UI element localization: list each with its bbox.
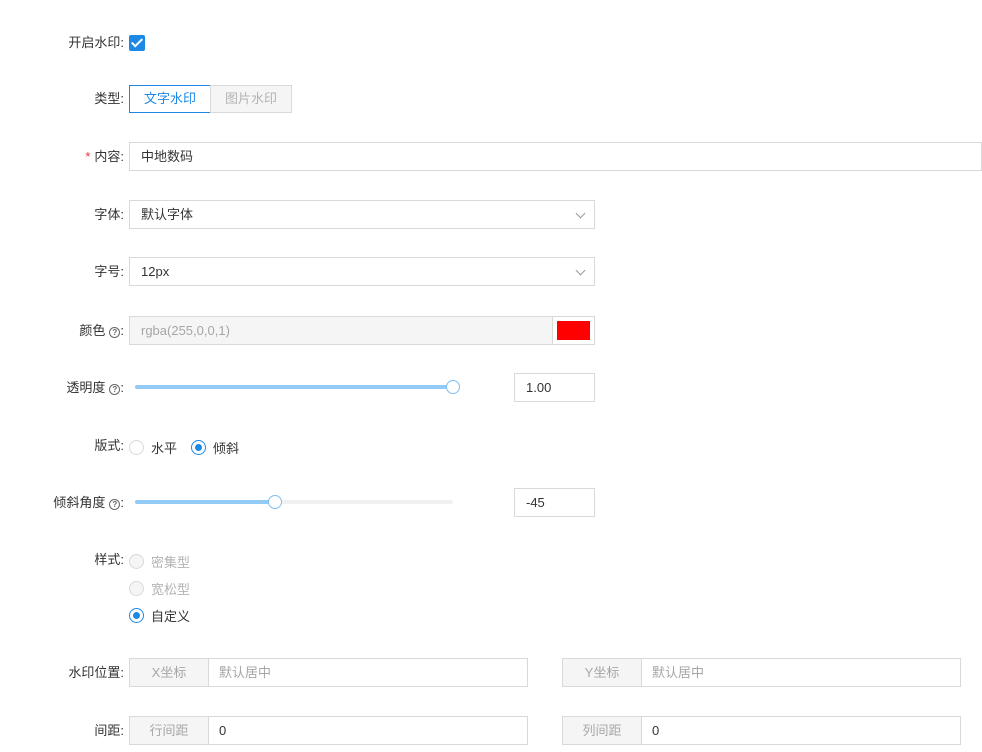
col-spacing-group: 列间距 0	[562, 716, 961, 745]
opacity-slider-handle[interactable]	[446, 380, 460, 394]
x-coordinate-addon: X坐标	[129, 658, 209, 687]
row-tilt-angle: 倾斜角度?: -45	[0, 488, 982, 517]
help-icon[interactable]: ?	[109, 327, 121, 338]
row-layout: 版式: 水平 倾斜	[0, 437, 982, 457]
tilt-angle-slider[interactable]	[135, 492, 453, 512]
type-image-watermark-button[interactable]: 图片水印	[210, 85, 293, 113]
content-input[interactable]: 中地数码	[129, 142, 982, 171]
watermark-settings-form: 开启水印: 类型: 文字水印 图片水印 * 内容: 中地数码 字体: 默认字体 字…	[0, 0, 982, 752]
layout-label: 版式:	[94, 438, 124, 453]
type-label: 类型:	[94, 91, 124, 106]
help-icon[interactable]: ?	[109, 384, 121, 395]
radio-circle-icon	[129, 554, 144, 569]
style-custom-radio[interactable]: 自定义	[129, 606, 190, 625]
font-size-select[interactable]: 12px	[129, 257, 595, 286]
enable-watermark-label: 开启水印:	[68, 35, 124, 50]
row-opacity: 透明度?: 1.00	[0, 373, 982, 402]
tilt-angle-slider-track	[135, 500, 275, 504]
color-swatch	[557, 321, 590, 340]
row-spacing: 间距: 行间距 0 列间距 0	[0, 716, 982, 745]
row-position: 水印位置: X坐标 默认居中 Y坐标 默认居中	[0, 658, 982, 687]
tilt-angle-slider-handle[interactable]	[268, 495, 282, 509]
help-icon[interactable]: ?	[109, 499, 121, 510]
row-spacing-input[interactable]: 0	[209, 716, 528, 745]
content-label: * 内容:	[85, 149, 124, 164]
chevron-down-icon	[575, 208, 586, 219]
style-dense-radio: 密集型	[129, 552, 190, 571]
style-dense-option: 密集型	[129, 552, 204, 571]
radio-circle-icon	[129, 581, 144, 596]
spacing-label: 间距:	[94, 723, 124, 738]
row-content: * 内容: 中地数码	[0, 142, 982, 171]
font-label: 字体:	[94, 207, 124, 222]
row-type: 类型: 文字水印 图片水印	[0, 85, 982, 113]
row-spacing-group: 行间距 0	[129, 716, 528, 745]
radio-checked-icon	[129, 608, 144, 623]
x-coordinate-group: X坐标 默认居中	[129, 658, 528, 687]
row-font-size: 字号: 12px	[0, 257, 982, 286]
layout-horizontal-radio[interactable]: 水平	[129, 438, 177, 457]
tilt-angle-label: 倾斜角度?:	[53, 495, 124, 510]
col-spacing-addon: 列间距	[562, 716, 642, 745]
style-loose-option: 宽松型	[129, 579, 204, 598]
radio-checked-icon	[191, 440, 207, 455]
row-spacing-addon: 行间距	[129, 716, 209, 745]
opacity-label: 透明度?:	[66, 380, 124, 395]
tilt-angle-input[interactable]: -45	[514, 488, 595, 517]
color-picker-button[interactable]	[552, 316, 595, 345]
required-mark: *	[85, 149, 91, 164]
chevron-down-icon	[575, 265, 586, 276]
opacity-slider-track	[135, 385, 453, 389]
row-color: 颜色?: rgba(255,0,0,1)	[0, 316, 982, 345]
position-label: 水印位置:	[68, 665, 124, 680]
color-value-input: rgba(255,0,0,1)	[129, 316, 553, 345]
style-custom-option: 自定义	[129, 606, 204, 625]
type-segmented-control: 文字水印 图片水印	[129, 85, 293, 113]
enable-watermark-checkbox[interactable]	[129, 35, 145, 51]
row-enable-watermark: 开启水印:	[0, 35, 982, 51]
radio-circle-icon	[129, 440, 144, 455]
font-size-label: 字号:	[94, 264, 124, 279]
color-label: 颜色?:	[79, 323, 124, 338]
y-coordinate-group: Y坐标 默认居中	[562, 658, 961, 687]
font-select-value: 默认字体	[141, 207, 194, 222]
y-coordinate-addon: Y坐标	[562, 658, 642, 687]
layout-tilted-radio[interactable]: 倾斜	[191, 438, 239, 457]
type-text-watermark-button[interactable]: 文字水印	[129, 85, 212, 113]
row-style: 样式: 密集型 宽松型 自定义	[0, 552, 982, 632]
font-size-select-value: 12px	[141, 264, 170, 279]
style-loose-radio: 宽松型	[129, 579, 190, 598]
row-font: 字体: 默认字体	[0, 200, 982, 229]
y-coordinate-input[interactable]: 默认居中	[642, 658, 961, 687]
font-select[interactable]: 默认字体	[129, 200, 595, 229]
layout-radio-group: 水平 倾斜	[129, 438, 253, 457]
opacity-slider[interactable]	[135, 377, 460, 397]
style-label: 样式:	[94, 552, 124, 567]
col-spacing-input[interactable]: 0	[642, 716, 961, 745]
opacity-input[interactable]: 1.00	[514, 373, 595, 402]
x-coordinate-input[interactable]: 默认居中	[209, 658, 528, 687]
